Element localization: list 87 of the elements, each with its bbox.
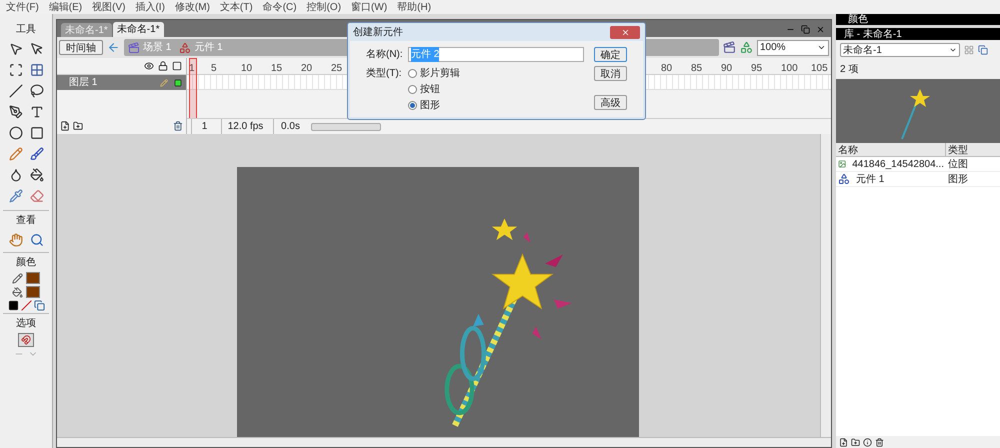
dialog-button[interactable]: 取消 — [594, 66, 627, 81]
edit-symbols-icon[interactable] — [740, 41, 753, 54]
scene-icon — [128, 42, 140, 54]
menu-item[interactable]: 插入(I) — [135, 0, 165, 14]
frame-number: 100 — [781, 62, 798, 76]
frame-number: 80 — [661, 62, 672, 76]
item-count: 2 项 — [839, 63, 860, 77]
menu-item[interactable]: 编辑(E) — [48, 0, 82, 14]
pencil-icon — [160, 78, 168, 86]
frame-number: 25 — [331, 62, 342, 76]
no-color-icon[interactable] — [20, 300, 32, 311]
color-swatch[interactable] — [26, 272, 40, 284]
frame-number: 90 — [721, 62, 732, 76]
new-folder-icon[interactable] — [851, 438, 860, 446]
frame-number: 5 — [211, 62, 217, 76]
layer-row[interactable]: 图层 1 — [57, 75, 186, 90]
dialog-title: 创建新元件 — [353, 26, 403, 40]
outline-color-icon[interactable] — [174, 78, 182, 86]
edit-scene-icon[interactable] — [723, 41, 736, 54]
dialog-button[interactable]: 确定 — [594, 47, 627, 62]
section-title: 颜色 — [16, 256, 36, 270]
dropdown-caret-icon — [949, 46, 957, 54]
dropdown-caret-icon — [817, 43, 826, 52]
menu-item[interactable]: 帮助(H) — [397, 0, 432, 14]
timeline-scrollbar[interactable] — [311, 122, 381, 130]
menu-item[interactable]: 命令(C) — [262, 0, 297, 14]
radio-button[interactable] — [408, 101, 417, 110]
default-colors-icon[interactable] — [8, 300, 18, 311]
playhead[interactable] — [189, 58, 197, 118]
frame-number: 95 — [751, 62, 762, 76]
eye-icon[interactable] — [144, 61, 154, 71]
timeline-button[interactable]: 时间轴 — [59, 40, 103, 55]
trash-icon[interactable] — [173, 121, 183, 131]
horizontal-scrollbar[interactable] — [57, 437, 831, 447]
graphic-icon — [838, 173, 850, 185]
outline-icon[interactable] — [172, 61, 182, 71]
library-item[interactable]: 441846_14542804... 位图 — [836, 157, 1000, 172]
add-folder-icon[interactable] — [73, 121, 83, 131]
column-header[interactable]: 名称 — [836, 143, 946, 156]
radio-button[interactable] — [408, 85, 417, 94]
close-icon — [620, 28, 630, 36]
section-title: 查看 — [16, 214, 36, 228]
new-symbol-icon[interactable] — [839, 438, 848, 446]
magnet-icon — [21, 335, 31, 345]
column-header[interactable]: 类型 — [946, 143, 1000, 156]
field-label: 名称(N): — [366, 48, 404, 62]
radio-label[interactable]: 按钮 — [420, 82, 440, 97]
paint-bucket-icon — [12, 286, 23, 298]
menu-item[interactable]: 文本(T) — [220, 0, 253, 14]
dialog-button[interactable]: 高级 — [594, 95, 627, 110]
lock-icon[interactable] — [158, 61, 168, 71]
radio-button[interactable] — [408, 69, 417, 78]
menu-item[interactable]: 控制(O) — [306, 0, 342, 14]
frame-number: 10 — [241, 62, 252, 76]
restore-icon[interactable] — [801, 25, 810, 34]
menu-item[interactable]: 修改(M) — [174, 0, 210, 14]
color-swatch[interactable] — [26, 286, 40, 298]
section-title: 选项 — [16, 316, 36, 331]
properties-icon[interactable] — [863, 438, 872, 446]
panel-title: 工具 — [16, 23, 36, 37]
menu-item[interactable]: 视图(V) — [92, 0, 126, 14]
back-arrow-icon[interactable] — [107, 41, 120, 54]
panel-header[interactable]: 颜色 — [836, 14, 1000, 25]
radio-label[interactable]: 影片剪辑 — [420, 66, 460, 81]
symbol-icon — [179, 42, 192, 54]
frame-number: 85 — [691, 62, 702, 76]
library-item[interactable]: 元件 1 图形 — [836, 172, 1000, 187]
close-icon[interactable] — [816, 25, 825, 34]
menu-item[interactable]: 窗口(W) — [351, 0, 388, 14]
panel-header[interactable]: 库 - 未命名-1 — [836, 28, 1000, 40]
library-select[interactable]: 未命名-1 — [840, 43, 960, 57]
frame-number: 1 — [189, 62, 195, 76]
pencil-icon — [12, 272, 23, 284]
menu-item[interactable]: 文件(F) — [6, 0, 39, 14]
snap-button[interactable] — [18, 333, 34, 347]
close-button[interactable] — [610, 26, 640, 38]
frame-number: 15 — [271, 62, 282, 76]
zoom-select[interactable]: 100% — [757, 40, 829, 56]
frame-number: 20 — [301, 62, 312, 76]
vertical-scrollbar[interactable] — [820, 134, 831, 437]
document-tab[interactable]: 未命名-1* — [112, 22, 164, 37]
frame-number: 105 — [811, 62, 828, 76]
add-layer-icon[interactable] — [60, 121, 70, 131]
radio-label[interactable]: 图形 — [420, 98, 440, 113]
bitmap-icon — [838, 158, 846, 170]
trash-icon[interactable] — [875, 438, 884, 446]
field-label: 类型(T): — [366, 66, 403, 81]
